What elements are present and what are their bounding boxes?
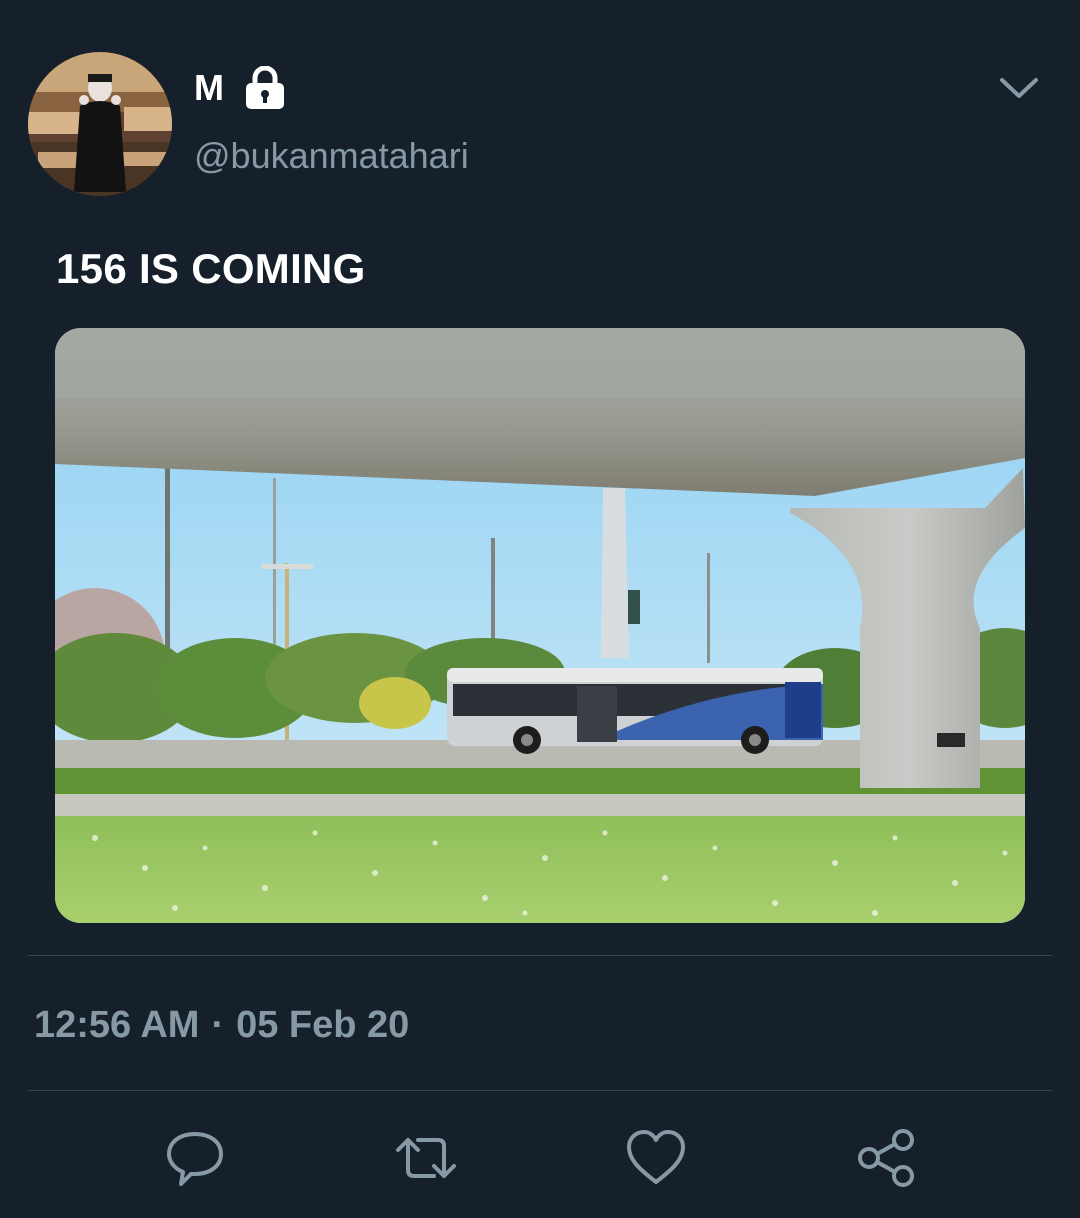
retweet-icon [396, 1138, 456, 1178]
display-name-row[interactable]: M [194, 65, 286, 110]
tweet-text: 156 IS COMING [56, 245, 366, 292]
tweet-date: 05 Feb 20 [236, 1004, 410, 1046]
heart-icon [627, 1130, 685, 1184]
like-button[interactable] [624, 1126, 688, 1190]
display-name[interactable]: M [194, 66, 224, 110]
divider [28, 955, 1052, 956]
timestamp[interactable]: 12:56 AM · 05 Feb 20 [34, 1002, 409, 1048]
user-handle[interactable]: @bukanmatahari [194, 134, 469, 178]
divider [28, 1090, 1052, 1091]
separator-dot: · [211, 1004, 225, 1046]
share-button[interactable] [855, 1126, 919, 1190]
retweet-button[interactable] [394, 1126, 458, 1190]
reply-icon [167, 1132, 223, 1186]
chevron-down-icon[interactable] [996, 70, 1042, 106]
share-icon [858, 1129, 914, 1187]
lock-icon [244, 65, 286, 110]
tweet-media[interactable] [55, 328, 1025, 923]
avatar[interactable] [28, 52, 172, 196]
tweet-time: 12:56 AM [34, 1004, 200, 1046]
reply-button[interactable] [163, 1126, 227, 1190]
